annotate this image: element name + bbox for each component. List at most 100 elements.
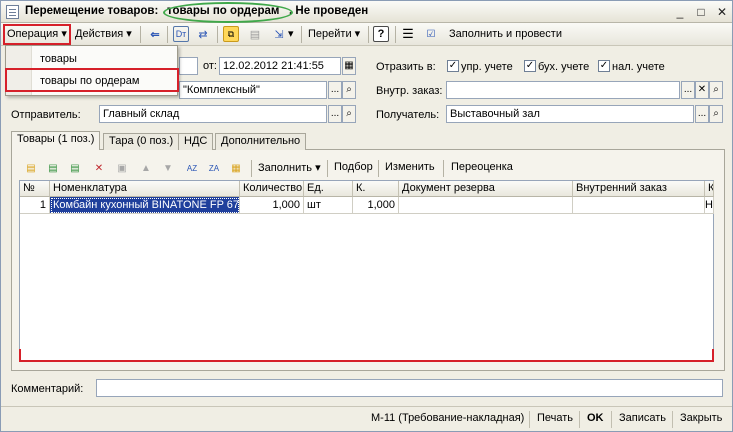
clear-icon[interactable]: ✕ — [695, 81, 709, 99]
row-quantity[interactable]: 1,000 — [240, 197, 304, 214]
column-header-unit[interactable]: Ед. — [304, 181, 353, 197]
receiver-select-button[interactable]: ... — [695, 105, 709, 123]
sort-descending-icon[interactable]: ZA — [206, 160, 222, 176]
window-title-status: . Не проведен — [289, 5, 369, 17]
column-header-reserve-doc[interactable]: Документ резерва — [399, 181, 573, 197]
comment-field[interactable] — [96, 379, 723, 397]
print-button[interactable]: Печать — [537, 412, 573, 424]
operation-highlight-ellipse — [163, 2, 293, 23]
search-icon[interactable]: ⌕ — [342, 105, 356, 123]
organization-select-button[interactable]: ... — [328, 81, 342, 99]
goto-label: Перейти — [308, 28, 352, 40]
calendar-icon[interactable]: ▦ — [342, 57, 356, 75]
sender-field[interactable]: Главный склад — [99, 105, 327, 123]
based-on-dropdown-icon[interactable]: ▾ — [288, 26, 294, 43]
edit-row-icon[interactable]: ▤ — [67, 160, 83, 176]
internal-order-select-button[interactable]: ... — [681, 81, 695, 99]
row-internal-order[interactable] — [573, 197, 705, 214]
column-header-quantity[interactable]: Количество — [240, 181, 304, 197]
chevron-down-icon: ▾ — [354, 28, 361, 40]
comment-label: Комментарий: — [11, 383, 84, 395]
number-field[interactable] — [179, 57, 198, 75]
toolbar-separator — [368, 26, 369, 43]
toolbar-separator — [167, 26, 168, 43]
toolbar-separator — [217, 26, 218, 43]
goto-menu-button[interactable]: Перейти ▾ — [308, 26, 360, 43]
tab-containers[interactable]: Тара (0 поз.) — [103, 133, 180, 150]
based-on-icon[interactable]: ⇲ — [271, 26, 287, 42]
row-number: 1 — [20, 197, 50, 214]
column-header-item[interactable]: Номенклатура — [50, 181, 240, 197]
organization-field[interactable]: "Комплексный" — [179, 81, 327, 99]
table-highlight-box — [19, 349, 714, 362]
close-button[interactable]: Закрыть — [680, 412, 722, 424]
reflect-mgmt-checkbox[interactable]: ✓ — [447, 60, 459, 72]
actions-label: Действия — [75, 28, 124, 40]
reflect-tax-checkbox[interactable]: ✓ — [598, 60, 610, 72]
end-edit-disabled-icon: ▣ — [117, 162, 127, 174]
row-extra[interactable]: Н — [705, 197, 714, 214]
row-unit[interactable]: шт — [304, 197, 353, 214]
menu-item-goods[interactable]: товары — [40, 53, 77, 65]
row-reserve-doc[interactable] — [399, 197, 573, 214]
move-up-icon: ▲ — [141, 162, 151, 174]
structure-icon[interactable]: ⇄ — [195, 26, 211, 42]
fill-label: Заполнить — [258, 162, 313, 174]
column-header-extra[interactable]: Ка — [705, 181, 714, 197]
sender-select-button[interactable]: ... — [328, 105, 342, 123]
receiver-field[interactable]: Выставочный зал — [446, 105, 694, 123]
tab-additional[interactable]: Дополнительно — [215, 133, 307, 150]
search-icon[interactable]: ⌕ — [709, 105, 723, 123]
revaluation-button[interactable]: Переоценка — [451, 161, 513, 173]
minimize-icon[interactable]: _ — [672, 4, 688, 20]
select-all-icon[interactable]: ▦ — [228, 160, 244, 176]
goods-table[interactable]: № Номенклатура Количество Ед. К. Докумен… — [19, 180, 714, 362]
print-form-button[interactable]: М-11 (Требование-накладная) — [371, 412, 524, 424]
toolbar-separator — [672, 411, 673, 428]
date-field[interactable]: 12.02.2012 21:41:55 — [219, 57, 341, 75]
reflect-tax-label: нал. учете — [612, 61, 665, 73]
post-document-icon[interactable]: Dт — [173, 26, 189, 42]
help-icon[interactable]: ? — [373, 26, 389, 42]
internal-order-field[interactable] — [446, 81, 680, 99]
menu-item-highlight-box — [5, 68, 179, 92]
copy-document-icon[interactable]: ⧉ — [223, 26, 239, 42]
actions-menu-button[interactable]: Действия ▾ — [75, 26, 132, 43]
change-button[interactable]: Изменить — [385, 161, 435, 173]
delete-row-icon[interactable]: ✕ — [91, 160, 107, 176]
date-label: от: — [203, 60, 217, 72]
main-toolbar: Операция ▾ Действия ▾ ⇐ Dт ⇄ ⧉ ▤ ⇲ ▾ Пер… — [1, 23, 732, 46]
column-header-number[interactable]: № — [20, 181, 50, 197]
close-icon[interactable]: ✕ — [714, 4, 730, 20]
copy-row-icon[interactable]: ▤ — [45, 160, 61, 176]
column-header-internal-order[interactable]: Внутренний заказ — [573, 181, 705, 197]
internal-order-label: Внутр. заказ: — [376, 85, 443, 97]
column-header-k[interactable]: К. — [353, 181, 399, 197]
ok-button[interactable]: OK — [587, 412, 604, 424]
receiver-label: Получатель: — [376, 109, 440, 121]
toolbar-separator — [443, 160, 444, 177]
toolbar-separator — [140, 26, 141, 43]
operation-highlight-box — [3, 24, 71, 45]
toolbar-separator — [378, 160, 379, 177]
maximize-icon[interactable]: □ — [693, 4, 709, 20]
fill-and-post-button[interactable]: Заполнить и провести — [449, 26, 562, 43]
row-k[interactable]: 1,000 — [353, 197, 399, 214]
list-settings-icon[interactable]: ☰ — [400, 26, 416, 42]
add-row-icon[interactable]: ▤ — [23, 160, 39, 176]
toolbar-separator — [611, 411, 612, 428]
move-down-icon: ▼ — [163, 162, 173, 174]
row-item[interactable]: Комбайн кухонный BINATONE FP 67 — [50, 197, 240, 214]
tab-vat[interactable]: НДС — [178, 133, 214, 150]
sort-ascending-icon[interactable]: AZ — [184, 160, 200, 176]
tab-goods[interactable]: Товары (1 поз.) — [11, 131, 101, 150]
document-window: Перемещение товаров: товары по ордерам .… — [0, 0, 733, 432]
reflect-acct-checkbox[interactable]: ✓ — [524, 60, 536, 72]
toolbar-separator — [327, 160, 328, 177]
search-icon[interactable]: ⌕ — [709, 81, 723, 99]
search-icon[interactable]: ⌕ — [342, 81, 356, 99]
arrow-left-icon[interactable]: ⇐ — [147, 26, 163, 42]
save-button[interactable]: Записать — [619, 412, 666, 424]
selection-button[interactable]: Подбор — [334, 161, 373, 173]
fill-menu-button[interactable]: Заполнить ▾ — [258, 161, 321, 174]
